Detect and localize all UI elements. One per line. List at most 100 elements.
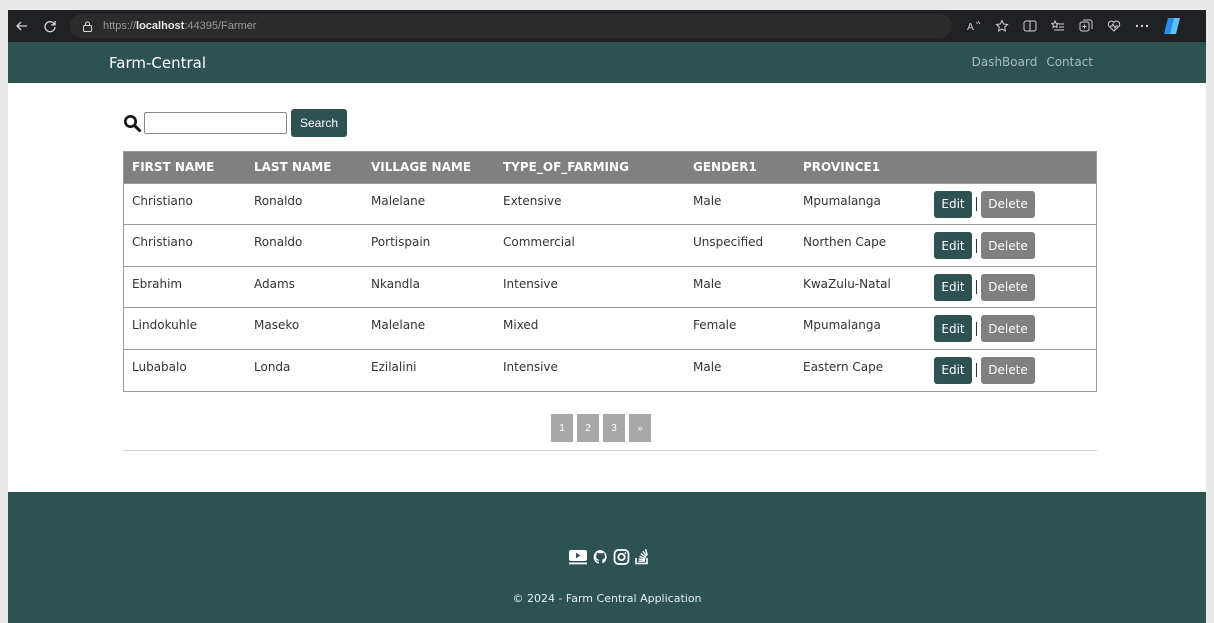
delete-button[interactable]: Delete bbox=[981, 232, 1035, 259]
cell-last-name: Adams bbox=[254, 276, 295, 291]
search-input[interactable] bbox=[144, 112, 287, 134]
edit-button[interactable]: Edit bbox=[934, 273, 972, 301]
collections-icon[interactable] bbox=[1072, 12, 1100, 40]
cell-type-of-farming: Intensive bbox=[503, 276, 558, 291]
delete-button[interactable]: Delete bbox=[981, 190, 1035, 218]
cell-gender: Male bbox=[693, 276, 722, 291]
cell-type-of-farming: Commercial bbox=[503, 235, 575, 249]
cell-first-name: Christiano bbox=[132, 235, 193, 249]
search-form: Search bbox=[123, 109, 347, 137]
search-icon bbox=[123, 114, 142, 133]
cell-village-name: Malelane bbox=[371, 193, 426, 208]
column-header-type-of-farming: TYPE_OF_FARMING bbox=[503, 160, 629, 175]
action-separator bbox=[976, 238, 977, 253]
cell-last-name: Londa bbox=[254, 359, 291, 374]
cell-first-name: Ebrahim bbox=[132, 276, 183, 291]
table-row: Christiano Ronaldo Malelane Extensive Ma… bbox=[124, 183, 1096, 225]
cell-last-name: Ronaldo bbox=[254, 193, 303, 208]
copyright-text: © 2024 - Farm Central Application bbox=[512, 592, 702, 605]
column-header-last-name: LAST NAME bbox=[254, 160, 332, 175]
action-separator bbox=[976, 363, 977, 377]
cell-actions: Edit Delete bbox=[926, 183, 1096, 225]
content-divider bbox=[123, 450, 1097, 451]
address-bar[interactable]: https://localhost:44395/Farmer bbox=[70, 14, 952, 38]
table-row: Ebrahim Adams Nkandla Intensive Male Kwa… bbox=[124, 266, 1096, 308]
cell-actions: Edit Delete bbox=[926, 266, 1096, 308]
health-icon[interactable] bbox=[1100, 12, 1128, 40]
youtube-icon[interactable] bbox=[568, 549, 588, 565]
stackoverflow-icon[interactable] bbox=[634, 548, 650, 565]
back-icon[interactable] bbox=[8, 12, 36, 40]
table-header-row: FIRST NAME LAST NAME VILLAGE NAME TYPE_O… bbox=[124, 152, 1096, 183]
read-aloud-icon[interactable]: A bbox=[960, 12, 988, 40]
page-3-button[interactable]: 3 bbox=[603, 414, 625, 442]
split-screen-icon[interactable] bbox=[1016, 12, 1044, 40]
cell-first-name: Christiano bbox=[132, 193, 193, 208]
window-frame-right bbox=[1206, 0, 1214, 623]
instagram-icon[interactable] bbox=[613, 548, 630, 565]
cell-province: Eastern Cape bbox=[803, 359, 884, 374]
social-links bbox=[568, 548, 650, 565]
column-header-province: PROVINCE1 bbox=[803, 160, 881, 175]
edit-button[interactable]: Edit bbox=[934, 232, 972, 259]
cell-province: KwaZulu-Natal bbox=[803, 276, 891, 291]
table-row: Christiano Ronaldo Portispain Commercial… bbox=[124, 224, 1096, 267]
delete-button[interactable]: Delete bbox=[981, 315, 1035, 342]
cell-village-name: Ezilalini bbox=[371, 359, 417, 374]
lock-icon[interactable] bbox=[82, 21, 93, 32]
url-host: localhost bbox=[136, 20, 185, 32]
nav-links: DashBoard Contact bbox=[972, 55, 1093, 69]
nav-link-contact[interactable]: Contact bbox=[1046, 55, 1093, 69]
brand-link[interactable]: Farm-Central bbox=[109, 54, 206, 72]
column-header-village-name: VILLAGE NAME bbox=[371, 160, 472, 175]
edit-button[interactable]: Edit bbox=[934, 190, 972, 218]
cell-gender: Female bbox=[693, 318, 737, 332]
cell-province: Mpumalanga bbox=[803, 318, 881, 332]
next-page-button[interactable]: » bbox=[629, 414, 651, 442]
column-header-actions bbox=[926, 152, 1096, 183]
search-button[interactable]: Search bbox=[291, 109, 347, 137]
cell-actions: Edit Delete bbox=[926, 225, 1096, 267]
github-icon[interactable] bbox=[592, 549, 609, 565]
cell-last-name: Maseko bbox=[254, 318, 300, 332]
delete-button[interactable]: Delete bbox=[981, 356, 1035, 384]
action-separator bbox=[976, 197, 977, 211]
more-icon[interactable] bbox=[1128, 12, 1156, 40]
url-path: :44395/Farmer bbox=[184, 20, 257, 32]
cell-village-name: Nkandla bbox=[371, 276, 420, 291]
cell-type-of-farming: Extensive bbox=[503, 193, 562, 208]
cell-province: Northen Cape bbox=[803, 235, 887, 249]
page-1-button[interactable]: 1 bbox=[551, 414, 573, 442]
cell-province: Mpumalanga bbox=[803, 193, 881, 208]
cell-actions: Edit Delete bbox=[926, 349, 1096, 391]
window-frame-left bbox=[0, 0, 8, 623]
page-2-button[interactable]: 2 bbox=[577, 414, 599, 442]
window-frame-top bbox=[0, 0, 1214, 10]
cell-first-name: Lindokuhle bbox=[132, 318, 198, 332]
farmers-table: FIRST NAME LAST NAME VILLAGE NAME TYPE_O… bbox=[123, 151, 1097, 392]
browser-toolbar: https://localhost:44395/Farmer A bbox=[8, 10, 1206, 42]
delete-button[interactable]: Delete bbox=[981, 273, 1035, 301]
favorite-icon[interactable] bbox=[988, 12, 1016, 40]
table-row: Lindokuhle Maseko Malelane Mixed Female … bbox=[124, 307, 1096, 350]
action-separator bbox=[976, 280, 977, 294]
refresh-icon[interactable] bbox=[36, 12, 64, 40]
pagination: 1 2 3 » bbox=[551, 414, 651, 442]
site-footer: © 2024 - Farm Central Application bbox=[8, 492, 1206, 623]
cell-first-name: Lubabalo bbox=[132, 359, 187, 374]
app-navbar: Farm-Central DashBoard Contact bbox=[8, 42, 1206, 83]
cell-gender: Male bbox=[693, 359, 722, 374]
cell-village-name: Malelane bbox=[371, 318, 426, 332]
cell-gender: Unspecified bbox=[693, 235, 764, 249]
copilot-icon[interactable] bbox=[1162, 17, 1184, 35]
cell-type-of-farming: Mixed bbox=[503, 318, 539, 332]
url-scheme: https:// bbox=[103, 20, 137, 32]
edit-button[interactable]: Edit bbox=[934, 356, 972, 384]
nav-link-dashboard[interactable]: DashBoard bbox=[972, 55, 1038, 69]
edit-button[interactable]: Edit bbox=[934, 315, 972, 342]
cell-last-name: Ronaldo bbox=[254, 235, 303, 249]
column-header-first-name: FIRST NAME bbox=[132, 160, 215, 175]
favorites-list-icon[interactable] bbox=[1044, 12, 1072, 40]
svg-text:A: A bbox=[967, 22, 974, 32]
cell-type-of-farming: Intensive bbox=[503, 359, 558, 374]
